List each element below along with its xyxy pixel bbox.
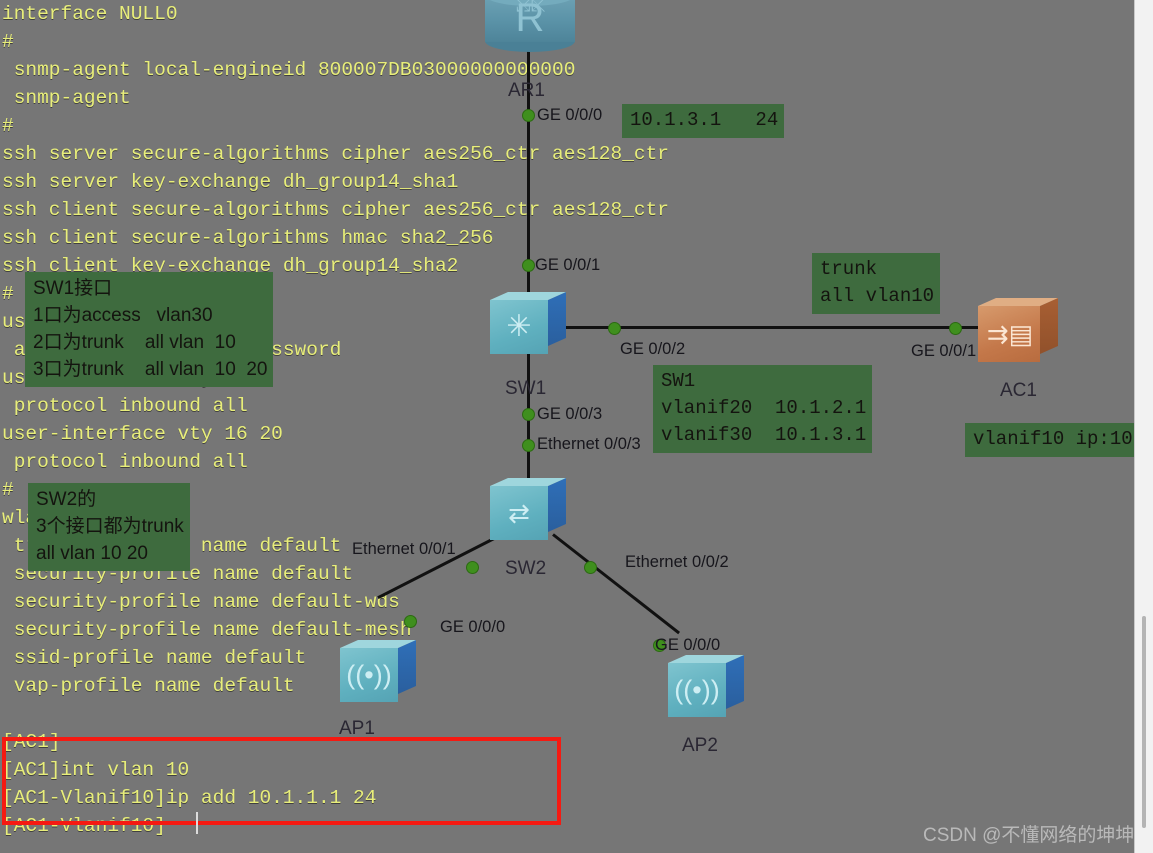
port-label: GE 0/0/1 xyxy=(911,342,977,360)
port-dot-ac1-ge001 xyxy=(949,322,962,335)
port-label: GE 0/0/2 xyxy=(620,340,686,358)
wifi-icon: ((•)) xyxy=(346,660,392,690)
ap-side xyxy=(398,640,416,694)
switch-side xyxy=(548,292,566,346)
device-ap1-access-point[interactable]: ((•)) xyxy=(340,640,416,702)
annotation-line: 3口为trunk all vlan 10 20 xyxy=(33,359,268,380)
port-label: GE 0/0/0 xyxy=(440,618,506,636)
right-side-panel xyxy=(1134,0,1153,853)
device-ap2-access-point[interactable]: ((•)) xyxy=(668,655,744,717)
port-dot-ar1-ge000 xyxy=(522,109,535,122)
annotation-line: 2口为trunk all vlan 10 xyxy=(33,332,236,353)
screenshot-root: interface NULL0 # snmp-agent local-engine… xyxy=(0,0,1153,853)
ar1-ip-note: 10.1.3.1 24 xyxy=(622,104,785,138)
ap-side xyxy=(726,655,744,709)
port-dot-sw2-eth001 xyxy=(466,561,479,574)
annotation-line: 3个接口都为trunk xyxy=(36,516,184,537)
port-dot-sw1-ge001 xyxy=(522,259,535,272)
trunk-note: trunk all vlan10 xyxy=(812,253,941,314)
port-label: GE 0/0/0 xyxy=(537,106,603,124)
annotation-line: SW2的 xyxy=(36,489,97,510)
vertical-scrollbar-thumb[interactable] xyxy=(1142,616,1146,828)
ac-list-icon: ⇉▤ xyxy=(986,319,1034,349)
annotation-line: SW1 xyxy=(661,370,696,392)
device-ar1-router[interactable]: ⤧⤨⤩⤪ R xyxy=(485,0,575,52)
device-ac1-controller[interactable]: ⇉▤ xyxy=(978,298,1058,362)
link-ar1-sw1 xyxy=(527,40,530,292)
annotation-line: 10.1.3.1 24 xyxy=(630,109,779,131)
annotation-line: trunk xyxy=(820,258,878,280)
annotation-line: vlanif20 10.1.2.1 xyxy=(661,397,867,419)
annotation-line: all vlan 10 20 xyxy=(36,543,148,564)
switch-side xyxy=(548,478,566,532)
switch-arrows-icon: ⇄ xyxy=(508,498,530,528)
device-label-sw2: SW2 xyxy=(505,558,547,579)
link-sw2-ap2 xyxy=(552,533,681,635)
command-highlight-box xyxy=(2,737,561,825)
device-label-ap2: AP2 xyxy=(682,735,718,756)
sw2-port-note: SW2的 3个接口都为trunk all vlan 10 20 xyxy=(28,483,190,571)
port-dot-sw1-ge003 xyxy=(522,408,535,421)
device-label-ar1: AR1 xyxy=(508,80,545,101)
device-sw2-switch[interactable]: ⇄ xyxy=(490,478,566,540)
port-label: GE 0/0/0 xyxy=(655,636,721,654)
wifi-icon: ((•)) xyxy=(674,675,720,705)
device-label-ac1: AC1 xyxy=(1000,380,1037,401)
annotation-line: vlanif30 10.1.3.1 xyxy=(661,424,867,446)
ac1-vlanif-note: vlanif10 ip:10 xyxy=(965,423,1139,457)
text-cursor xyxy=(196,812,198,834)
port-dot-ap1-ge000 xyxy=(404,615,417,628)
annotation-line: SW1接口 xyxy=(33,278,113,299)
watermark: CSDN @不懂网络的坤坤 xyxy=(923,825,1135,846)
port-label: Ethernet 0/0/1 xyxy=(352,540,456,558)
switch-star-icon: ✳ xyxy=(506,310,532,343)
port-dot-sw1-ge002 xyxy=(608,322,621,335)
device-label-sw1: SW1 xyxy=(505,378,547,399)
sw1-vlanif-note: SW1 vlanif20 10.1.2.1 vlanif30 10.1.3.1 xyxy=(653,365,873,453)
annotation-line: all vlan10 xyxy=(820,285,935,307)
ac-side xyxy=(1040,298,1058,354)
annotation-line: 1口为access vlan30 xyxy=(33,305,213,326)
port-label: GE 0/0/3 xyxy=(537,405,603,423)
annotation-line: vlanif10 ip:10 xyxy=(973,428,1133,450)
port-dot-sw1-eth003 xyxy=(522,439,535,452)
port-label: GE 0/0/1 xyxy=(535,256,601,274)
port-label: Ethernet 0/0/3 xyxy=(537,435,641,453)
device-sw1-switch[interactable]: ✳ xyxy=(490,292,566,354)
port-label: Ethernet 0/0/2 xyxy=(625,553,729,571)
port-dot-sw2-eth002 xyxy=(584,561,597,574)
router-r-glyph: R xyxy=(515,0,545,40)
sw1-port-note: SW1接口 1口为access vlan30 2口为trunk all vlan 1… xyxy=(25,272,274,387)
